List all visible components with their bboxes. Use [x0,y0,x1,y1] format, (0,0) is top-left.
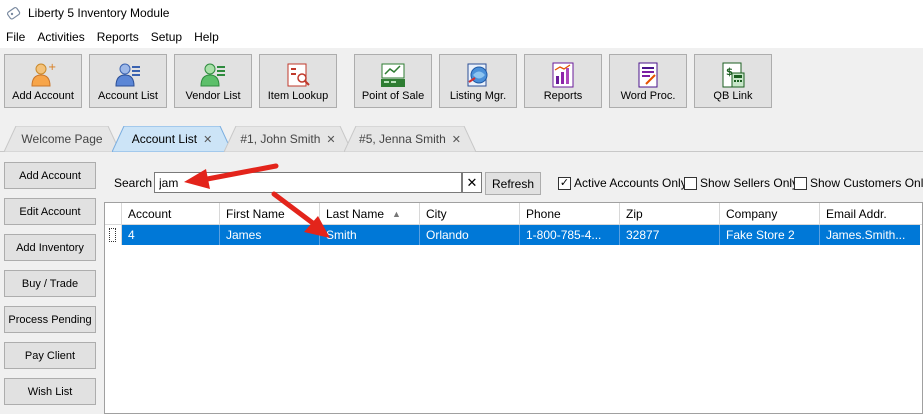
account-list-panel: Search ✕ Refresh ✓ Active Accounts Only … [104,152,923,414]
item-lookup-icon [287,63,310,87]
show-sellers-only-checkbox[interactable]: Show Sellers Only [684,176,798,190]
qb-link-button[interactable]: $ QB Link [694,54,772,108]
sidebar-process-pending-button[interactable]: Process Pending [4,306,96,333]
column-header-email[interactable]: Email Addr. [820,203,922,225]
clear-search-button[interactable]: ✕ [462,172,482,193]
refresh-button[interactable]: Refresh [485,172,541,195]
close-tab-icon[interactable]: ✕ [326,133,335,146]
column-header-last-name[interactable]: Last Name ▲ [320,203,420,225]
menu-bar: File Activities Reports Setup Help [0,26,923,48]
app-logo-icon [6,7,21,20]
menu-reports[interactable]: Reports [91,26,145,48]
item-lookup-button[interactable]: Item Lookup [259,54,337,108]
vendor-list-icon [200,63,225,87]
show-customers-only-checkbox[interactable]: Show Customers Only [794,176,923,190]
sidebar-buy-trade-button[interactable]: Buy / Trade [4,270,96,297]
grid-header: Account First Name Last Name ▲ City Phon… [105,203,922,225]
menu-help[interactable]: Help [188,26,225,48]
toolbar: + Add Account Account List Vendor List I… [0,48,923,114]
search-input[interactable] [154,172,462,193]
sidebar-add-account-button[interactable]: Add Account [4,162,96,189]
sort-ascending-icon: ▲ [392,209,401,219]
column-header-first-name[interactable]: First Name [220,203,320,225]
column-header-company[interactable]: Company [720,203,820,225]
tab-account-list[interactable]: Account List ✕ [112,126,232,152]
tab-jenna-smith[interactable]: #5, Jenna Smith ✕ [344,126,476,152]
vendor-list-button[interactable]: Vendor List [174,54,252,108]
column-header-phone[interactable]: Phone [520,203,620,225]
table-row[interactable]: 4 James Smith Orlando 1-800-785-4... 328… [105,225,922,245]
tab-john-smith[interactable]: #1, John Smith ✕ [224,126,352,152]
column-header-account[interactable]: Account [122,203,220,225]
reports-button[interactable]: Reports [524,54,602,108]
account-list-button[interactable]: Account List [89,54,167,108]
menu-activities[interactable]: Activities [31,26,90,48]
active-accounts-only-checkbox[interactable]: ✓ Active Accounts Only [558,176,687,190]
close-tab-icon[interactable]: ✕ [203,133,212,146]
cell-email: James.Smith... [820,225,920,245]
menu-setup[interactable]: Setup [145,26,188,48]
word-processor-icon [638,62,658,88]
action-sidebar: Add Account Edit Account Add Inventory B… [0,152,104,414]
account-grid: Account First Name Last Name ▲ City Phon… [104,202,923,414]
word-processor-button[interactable]: Word Proc. [609,54,687,108]
window-title: Liberty 5 Inventory Module [28,6,170,20]
row-header-corner [105,203,122,225]
tab-bar: Welcome Page Account List ✕ #1, John Smi… [0,120,923,152]
sidebar-edit-account-button[interactable]: Edit Account [4,198,96,225]
title-bar: Liberty 5 Inventory Module [0,0,923,26]
svg-text:+: + [48,62,56,73]
point-of-sale-button[interactable]: Point of Sale [354,54,432,108]
sidebar-add-inventory-button[interactable]: Add Inventory [4,234,96,261]
row-selector[interactable] [105,225,122,245]
reports-icon [552,62,574,88]
cell-phone: 1-800-785-4... [520,225,620,245]
qb-link-icon: $ [722,62,745,88]
column-header-city[interactable]: City [420,203,520,225]
close-tab-icon[interactable]: ✕ [452,133,461,146]
add-account-icon: + [31,62,56,87]
listing-manager-icon [467,63,488,87]
menu-file[interactable]: File [0,26,31,48]
column-header-zip[interactable]: Zip [620,203,720,225]
add-account-button[interactable]: + Add Account [4,54,82,108]
account-list-icon [115,63,140,87]
cell-zip: 32877 [620,225,720,245]
checkmark-icon: ✓ [558,176,571,190]
cell-account: 4 [122,225,220,245]
cell-company: Fake Store 2 [720,225,820,245]
listing-manager-button[interactable]: Listing Mgr. [439,54,517,108]
search-label: Search [114,176,153,190]
sidebar-pay-client-button[interactable]: Pay Client [4,342,96,369]
cell-last-name: Smith [320,225,420,245]
cell-first-name: James [220,225,320,245]
point-of-sale-icon [381,63,405,87]
cell-city: Orlando [420,225,520,245]
close-icon: ✕ [466,174,478,190]
tab-welcome-page[interactable]: Welcome Page [4,126,120,152]
sidebar-wish-list-button[interactable]: Wish List [4,378,96,405]
